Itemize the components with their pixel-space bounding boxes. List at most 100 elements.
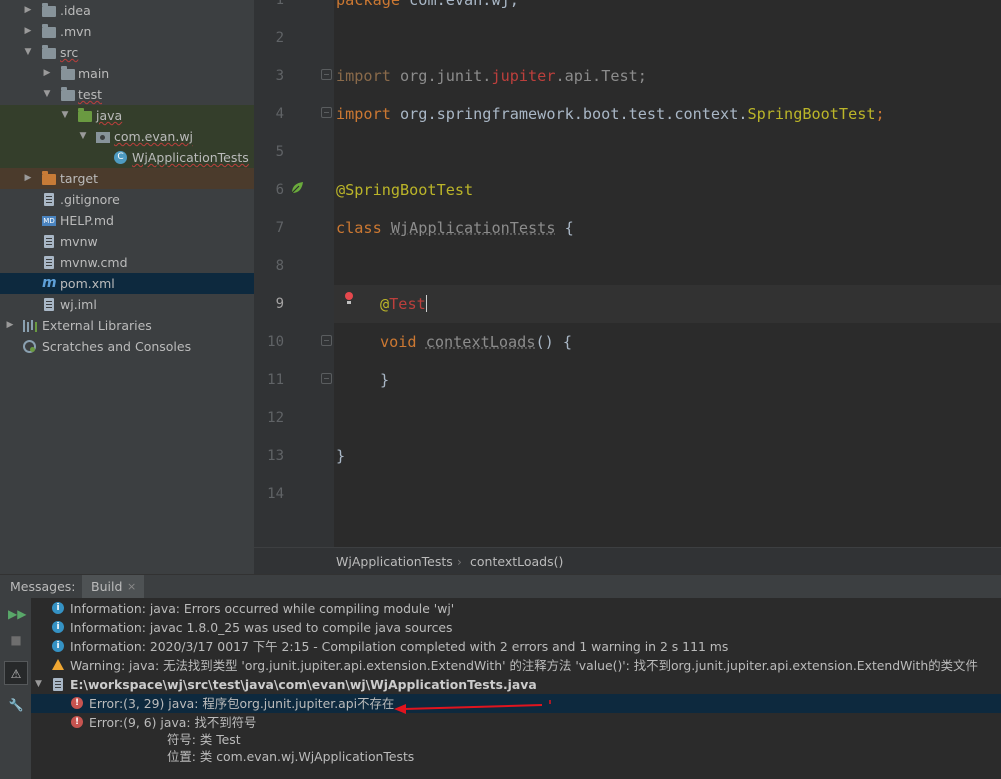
- breadcrumb: WjApplicationTests › contextLoads(): [254, 547, 1001, 576]
- message-text: 符号: 类 Test: [167, 732, 241, 747]
- code-line-1: package com.evan.wj;: [336, 0, 519, 9]
- collapse-arrow-icon[interactable]: ▼: [42, 84, 52, 105]
- fold-icon[interactable]: [321, 335, 332, 346]
- expand-arrow-icon[interactable]: ▶: [23, 0, 33, 21]
- line-number: 1: [275, 0, 284, 8]
- code-line-6: @SpringBootTest: [336, 181, 474, 199]
- tree-item-label: External Libraries: [42, 318, 152, 333]
- rerun-icon[interactable]: ▶▶: [8, 606, 26, 622]
- error-icon: !: [71, 716, 83, 728]
- tree-item-scratches[interactable]: Scratches and Consoles: [0, 336, 254, 357]
- fold-icon[interactable]: [321, 107, 332, 118]
- tree-item-label: pom.xml: [60, 276, 115, 291]
- text-caret: [425, 295, 427, 312]
- tree-item-label: .gitignore: [60, 192, 120, 207]
- line-number: 10: [267, 334, 284, 350]
- collapse-arrow-icon[interactable]: ▼: [60, 105, 70, 126]
- warning-icon: [52, 659, 64, 670]
- excluded-folder-icon: [42, 171, 56, 185]
- tree-item-test-class[interactable]: C WjApplicationTests: [0, 147, 254, 168]
- code-line-13: }: [336, 447, 346, 465]
- message-text: Error:(3, 29) java: 程序包org.junit.jupiter…: [89, 696, 395, 711]
- expand-arrow-icon[interactable]: ▶: [23, 168, 33, 189]
- tree-item-src[interactable]: ▼ src: [0, 42, 254, 63]
- tree-item-gitignore[interactable]: .gitignore: [0, 189, 254, 210]
- tree-item-label: java: [96, 108, 123, 123]
- collapse-arrow-icon[interactable]: ▼: [23, 42, 33, 63]
- tree-item-mvnw-cmd[interactable]: mvnw.cmd: [0, 252, 254, 273]
- markdown-icon: MD: [42, 216, 56, 226]
- tree-item-target[interactable]: ▶ target: [0, 168, 254, 189]
- expand-arrow-icon[interactable]: ▶: [5, 315, 15, 336]
- tree-item-label: target: [60, 171, 99, 186]
- folder-icon: [61, 87, 75, 101]
- tree-item-label: .mvn: [60, 24, 92, 39]
- message-text: Information: java: Errors occurred while…: [70, 601, 455, 616]
- fold-icon[interactable]: [321, 373, 332, 384]
- code-line-11: }: [380, 371, 390, 389]
- line-number: 8: [275, 258, 284, 274]
- code-line-4: import org.springframework.boot.test.con…: [336, 105, 885, 123]
- warnings-filter-icon[interactable]: ⚠: [4, 661, 28, 685]
- breadcrumb-separator: ›: [457, 555, 462, 569]
- info-icon: i: [52, 602, 64, 614]
- message-text: Information: 2020/3/17 0017 下午 2:15 - Co…: [70, 639, 729, 654]
- line-number: 9: [275, 296, 284, 312]
- stop-icon[interactable]: ■: [8, 632, 24, 648]
- module-file-icon: [44, 298, 54, 311]
- tab-label: Build: [91, 579, 123, 594]
- java-file-icon: [53, 678, 63, 691]
- messages-side-toolbar: ▶▶ ■ ⚠ 🔧: [0, 598, 31, 779]
- breadcrumb-method[interactable]: contextLoads(): [470, 548, 563, 576]
- tree-item-label: mvnw: [60, 234, 98, 249]
- tree-item-idea[interactable]: ▶ .idea: [0, 0, 254, 21]
- tree-item-label: test: [78, 87, 103, 102]
- tree-item-label: com.evan.wj: [114, 129, 194, 144]
- tree-item-help-md[interactable]: MD HELP.md: [0, 210, 254, 231]
- code-line-9[interactable]: @Test: [380, 294, 427, 314]
- tree-item-label: main: [78, 66, 110, 81]
- error-icon: !: [71, 697, 83, 709]
- library-icon: [23, 320, 39, 332]
- tree-item-main[interactable]: ▶ main: [0, 63, 254, 84]
- line-number: 6: [275, 182, 284, 198]
- line-number: 2: [275, 30, 284, 46]
- line-number: 11: [267, 372, 284, 388]
- line-number: 14: [267, 486, 284, 502]
- close-icon[interactable]: ×: [127, 575, 136, 599]
- folder-icon: [61, 66, 75, 80]
- tree-item-mvnw[interactable]: mvnw: [0, 231, 254, 252]
- scratches-icon: [23, 340, 37, 353]
- tab-build[interactable]: Build ×: [82, 575, 144, 599]
- tree-item-external-libraries[interactable]: ▶ External Libraries: [0, 315, 254, 336]
- tree-item-package[interactable]: ▼ com.evan.wj: [0, 126, 254, 147]
- wrench-icon[interactable]: 🔧: [8, 697, 24, 713]
- error-lightbulb-icon[interactable]: [344, 292, 354, 306]
- tree-item-mvn[interactable]: ▶ .mvn: [0, 21, 254, 42]
- messages-toolbar: Messages: Build ×: [0, 574, 1001, 599]
- file-icon: [44, 256, 54, 269]
- collapse-arrow-icon[interactable]: ▼: [35, 675, 42, 694]
- tree-item-iml[interactable]: wj.iml: [0, 294, 254, 315]
- info-icon: i: [52, 621, 64, 633]
- spring-bean-icon[interactable]: [290, 181, 304, 195]
- code-line-10: void contextLoads() {: [380, 333, 573, 351]
- fold-icon[interactable]: [321, 69, 332, 80]
- tree-item-pom[interactable]: m pom.xml: [0, 273, 254, 294]
- annotation-arrow-icon: [394, 700, 551, 714]
- tree-item-java[interactable]: ▼ java: [0, 105, 254, 126]
- line-number: 3: [275, 68, 284, 84]
- message-text: E:\workspace\wj\src\test\java\com\evan\w…: [70, 677, 537, 692]
- tree-item-test[interactable]: ▼ test: [0, 84, 254, 105]
- current-line-highlight: [334, 285, 1001, 323]
- project-tree: ▶ .idea ▶ .mvn ▼ src ▶ main ▼ test ▼ jav…: [0, 0, 254, 574]
- tree-item-label: Scratches and Consoles: [42, 339, 192, 354]
- expand-arrow-icon[interactable]: ▶: [23, 21, 33, 42]
- message-text: Information: javac 1.8.0_25 was used to …: [70, 620, 453, 635]
- tree-item-label: mvnw.cmd: [60, 255, 128, 270]
- collapse-arrow-icon[interactable]: ▼: [78, 126, 88, 147]
- breadcrumb-class[interactable]: WjApplicationTests: [336, 548, 453, 576]
- message-text: 位置: 类 com.evan.wj.WjApplicationTests: [167, 749, 415, 764]
- expand-arrow-icon[interactable]: ▶: [42, 63, 52, 84]
- messages-title: Messages:: [10, 579, 76, 594]
